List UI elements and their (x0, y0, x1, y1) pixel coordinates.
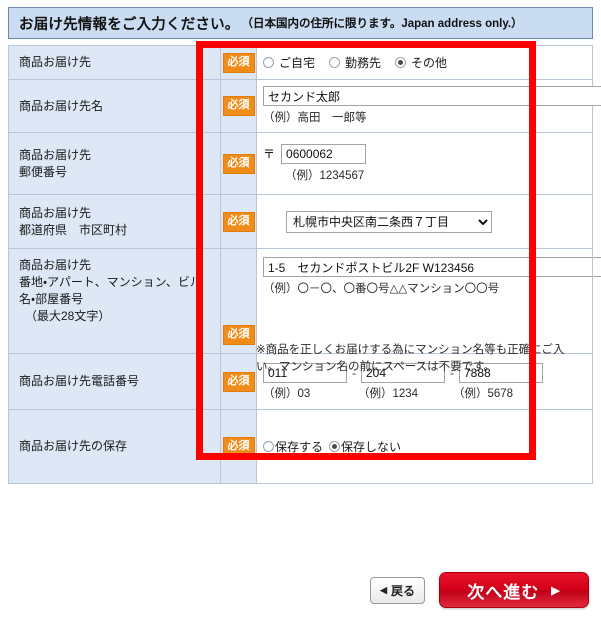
label-tel-text: 商品お届け先電話番号 (19, 374, 140, 388)
save-radio-group: 保存する 保存しない (263, 438, 588, 455)
radio-dot-save-yes[interactable] (263, 441, 274, 452)
radio-dot-save-no[interactable] (329, 441, 341, 452)
value-prefecture: 札幌市中央区南二条西７丁目 (256, 194, 593, 249)
radio-save-no[interactable]: 保存しない (329, 438, 401, 455)
radio-label-work: 勤務先 (345, 56, 382, 70)
required-cell-destination: 必須 (220, 45, 257, 80)
form-subtitle: （日本国内の住所に限ります。Japan address only.） (241, 18, 523, 30)
radio-dot-home[interactable] (263, 57, 274, 68)
required-badge: 必須 (222, 96, 255, 116)
label-destination: 商品お届け先 (8, 45, 221, 80)
radio-destination-home[interactable]: ご自宅 (263, 54, 315, 71)
address-form-table: 商品お届け先 必須 ご自宅 勤務先 その他 商品お届け先名 必須 セカンド太郎 … (8, 45, 601, 484)
radio-dot-other[interactable] (395, 57, 407, 68)
radio-label-save-no: 保存しない (341, 440, 402, 454)
tel-hint-1: （例）03 (263, 387, 311, 400)
required-cell-zip: 必須 (220, 132, 257, 195)
label-address: 商品お届け先 番地・アパート、マンション、ビル 名・部屋番号 （最大28文字） (8, 248, 221, 354)
label-name: 商品お届け先名 (8, 79, 221, 133)
zip-input-row: 〒 (263, 143, 588, 164)
label-zip: 商品お届け先 郵便番号 (8, 132, 221, 195)
label-zip-line1: 商品お届け先 (19, 147, 92, 162)
required-badge: 必須 (222, 325, 255, 345)
required-badge: 必須 (222, 52, 255, 73)
name-hint: （例）高田 一郎等 (263, 112, 367, 124)
radio-destination-work[interactable]: 勤務先 (329, 54, 381, 71)
tel-hints: （例）03 （例）1234 （例）5678 (263, 385, 588, 401)
radio-destination-other[interactable]: その他 (395, 54, 447, 71)
left-arrow-icon: ◀ (380, 584, 387, 595)
value-zip: 〒 （例）1234567 (256, 132, 593, 195)
label-zip-line2: 郵便番号 (19, 164, 68, 179)
address-stack: （例）〇－〇、〇番〇号△△マンション〇〇号 (263, 257, 601, 297)
label-address-line2: 番地・アパート、マンション、ビル (19, 275, 202, 289)
radio-label-other: その他 (411, 56, 448, 70)
radio-label-home: ご自宅 (279, 56, 316, 70)
table-row-address: 商品お届け先 番地・アパート、マンション、ビル 名・部屋番号 （最大28文字） … (8, 248, 601, 354)
required-badge: 必須 (222, 153, 255, 174)
next-button[interactable]: 次へ進む ▶ (439, 572, 589, 608)
right-arrow-icon: ▶ (551, 584, 561, 597)
postal-code-input[interactable] (281, 143, 367, 164)
label-prefecture-line1: 商品お届け先 (19, 205, 92, 220)
form-button-bar: ◀ 戻る 次へ進む ▶ (0, 568, 601, 612)
back-button-label: 戻る (390, 583, 415, 598)
required-cell-save: 必須 (220, 409, 257, 484)
zip-hint: （例）1234567 (285, 169, 365, 182)
prefecture-select-wrap: 札幌市中央区南二条西７丁目 (263, 210, 588, 233)
label-prefecture-line2: 都道府県 市区町村 (19, 222, 128, 237)
value-name: （例）高田 一郎等 (256, 79, 601, 133)
label-tel: 商品お届け先電話番号 (8, 353, 221, 410)
required-cell-name: 必須 (220, 79, 257, 133)
postal-mark-icon: 〒 (263, 147, 276, 161)
table-row-zip: 商品お届け先 郵便番号 必須 〒 （例）1234567 (8, 132, 593, 195)
value-address: （例）〇－〇、〇番〇号△△マンション〇〇号 (256, 248, 601, 354)
tel-hint-3: （例）5678 (453, 387, 514, 400)
page-root: お届け先情報をご入力ください。 （日本国内の住所に限ります。Japan addr… (0, 0, 601, 622)
required-badge: 必須 (222, 436, 255, 457)
back-button[interactable]: ◀ 戻る (370, 576, 425, 604)
address-warning-line2: い。マンション名の前にスペースは不要です。 (256, 360, 495, 373)
label-address-line3: 名・部屋番号 (19, 292, 84, 306)
address-warning-line1: ※商品を正しくお届けする為にマンション名等も正確にご入 (256, 344, 565, 356)
prefecture-city-select[interactable]: 札幌市中央区南二条西７丁目 (286, 210, 492, 233)
required-cell-address: 必須 (220, 248, 257, 354)
required-badge: 必須 (222, 371, 255, 392)
destination-radio-group: ご自宅 勤務先 その他 (263, 54, 588, 71)
label-prefecture: 商品お届け先 都道府県 市区町村 (8, 194, 221, 249)
form-title: お届け先情報をご入力ください。 (19, 16, 240, 33)
form-header: お届け先情報をご入力ください。 （日本国内の住所に限ります。Japan addr… (8, 7, 593, 39)
label-name-text: 商品お届け先名 (19, 98, 104, 113)
address-hint: （例）〇－〇、〇番〇号△△マンション〇〇号 (263, 283, 500, 295)
recipient-name-input[interactable] (263, 86, 601, 106)
radio-dot-work[interactable] (329, 57, 341, 68)
address-warning-note: ※商品を正しくお届けする為にマンション名等も正確にご入 い。マンション名の前にス… (256, 342, 601, 375)
label-save: 商品お届け先の保存 (8, 409, 221, 484)
table-row-name: 商品お届け先名 必須 （例）高田 一郎等 (8, 79, 601, 133)
table-row-destination: 商品お届け先 必須 ご自宅 勤務先 その他 (8, 45, 593, 80)
table-row-save: 商品お届け先の保存 必須 保存する 保存しない (8, 409, 593, 484)
required-cell-prefecture: 必須 (220, 194, 257, 249)
label-address-line1: 商品お届け先 (19, 258, 92, 272)
street-address-input[interactable] (263, 257, 601, 277)
next-button-label: 次へ進む (467, 582, 540, 602)
label-destination-text: 商品お届け先 (19, 55, 92, 69)
radio-save-yes[interactable]: 保存する (263, 438, 323, 455)
value-save: 保存する 保存しない (256, 409, 593, 484)
required-cell-tel: 必須 (220, 353, 257, 410)
label-address-line4: （最大28文字） (25, 309, 111, 323)
required-badge: 必須 (222, 211, 255, 232)
table-row-prefecture: 商品お届け先 都道府県 市区町村 必須 札幌市中央区南二条西７丁目 (8, 194, 593, 249)
radio-label-save-yes: 保存する (275, 440, 324, 454)
value-destination: ご自宅 勤務先 その他 (256, 45, 593, 80)
tel-hint-2: （例）1234 (358, 387, 419, 400)
label-save-text: 商品お届け先の保存 (19, 439, 128, 453)
